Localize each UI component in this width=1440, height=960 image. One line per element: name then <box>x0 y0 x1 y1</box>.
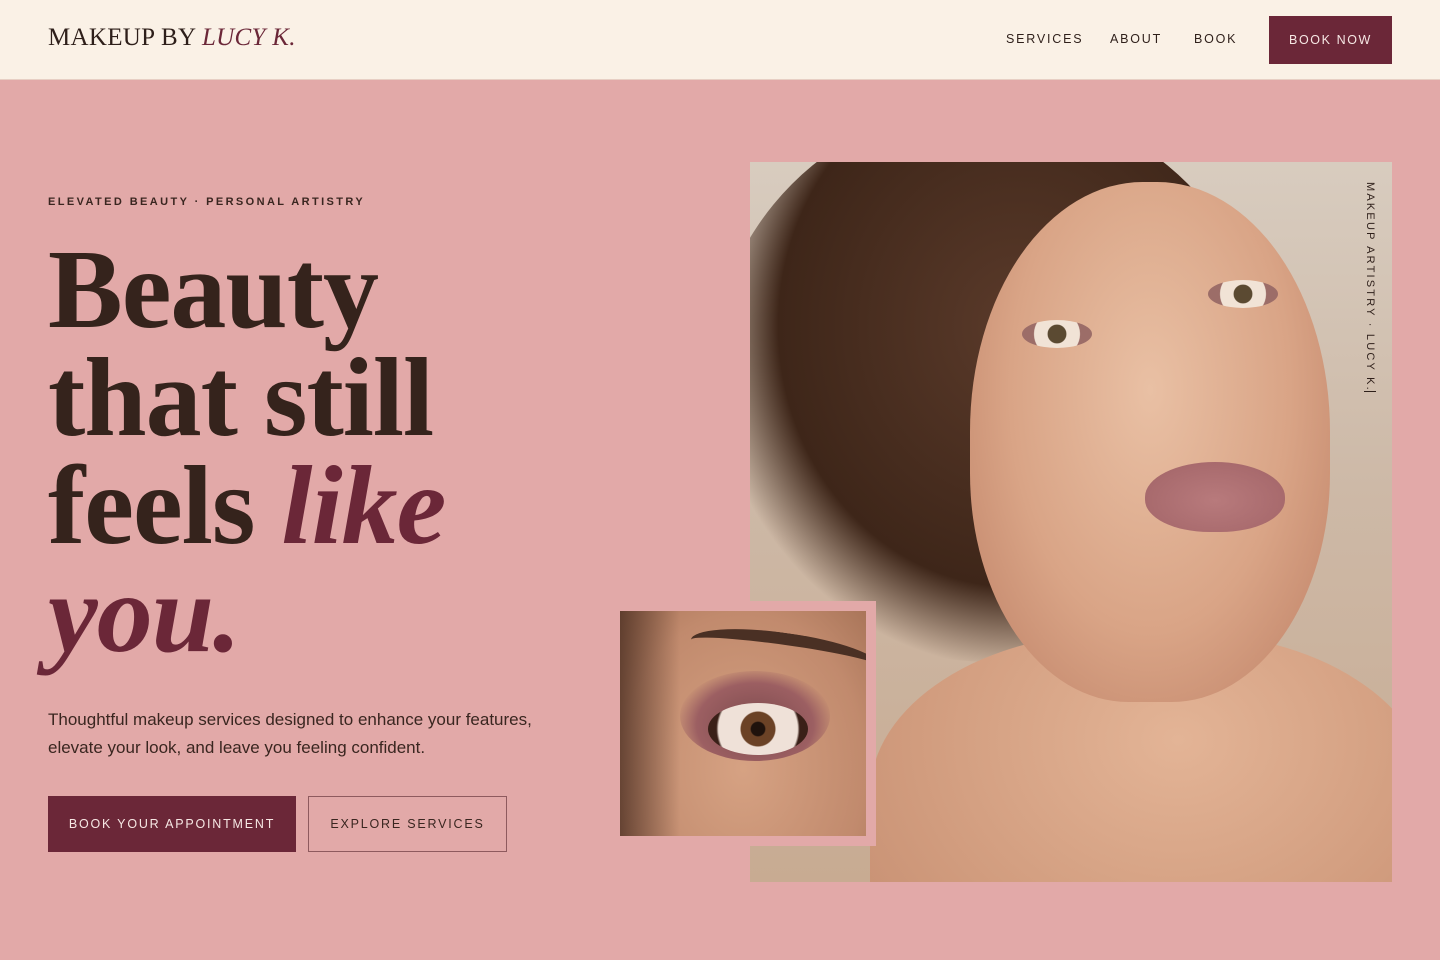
brand-name: LUCY K. <box>201 24 296 51</box>
headline-line-2: that still <box>48 336 434 460</box>
site-header: MAKEUP BY LUCY K. SERVICES ABOUT BOOK BO… <box>0 0 1440 80</box>
portrait-right-eye <box>1208 280 1278 308</box>
hero-subtext: Thoughtful makeup services designed to e… <box>48 710 532 757</box>
nav-services-link[interactable]: SERVICES <box>1006 32 1083 46</box>
brand-prefix: MAKEUP BY <box>48 24 196 51</box>
brand-logo[interactable]: MAKEUP BY LUCY K. <box>48 24 296 52</box>
book-now-button[interactable]: BOOK NOW <box>1269 16 1392 64</box>
book-appointment-button[interactable]: BOOK YOUR APPOINTMENT <box>48 796 296 852</box>
headline-line-3-plain: feels <box>48 444 282 568</box>
closeup-hair <box>620 611 680 836</box>
portrait-face <box>970 182 1330 702</box>
eye-closeup-image <box>620 611 866 836</box>
explore-services-button[interactable]: EXPLORE SERVICES <box>308 796 507 852</box>
nav-about-link[interactable]: ABOUT <box>1110 32 1162 46</box>
headline-line-3: feels like <box>48 450 608 562</box>
closeup-eye <box>708 703 808 755</box>
portrait-vertical-caption: MAKEUP ARTISTRY · LUCY K. <box>1364 182 1376 392</box>
headline-accent-you: you. <box>48 552 241 676</box>
nav-book-link[interactable]: BOOK <box>1194 32 1237 46</box>
portrait-left-eye <box>1022 320 1092 348</box>
headline-accent-like: like <box>281 444 446 568</box>
hero-headline: Beauty that still feels like you. <box>48 228 608 676</box>
headline-line-1: Beauty <box>48 228 379 352</box>
portrait-lips <box>1145 462 1285 532</box>
hero-eyebrow: ELEVATED BEAUTY · PERSONAL ARTISTRY <box>48 196 366 208</box>
